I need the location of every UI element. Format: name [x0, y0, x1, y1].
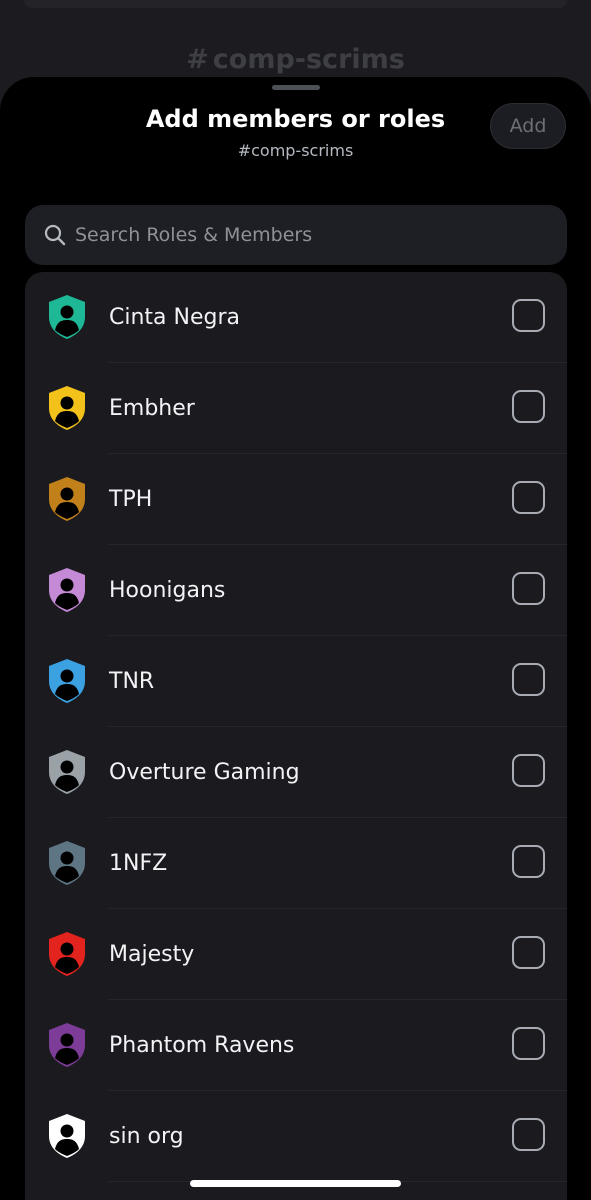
role-shield-icon	[49, 295, 85, 339]
role-shield-icon	[49, 1023, 85, 1067]
role-row[interactable]: TNR	[25, 636, 567, 727]
sheet-grabber-handle[interactable]	[272, 85, 320, 90]
role-shield-icon	[49, 477, 85, 521]
role-shield-icon	[49, 568, 85, 612]
role-row[interactable]: 1NFZ	[25, 818, 567, 909]
role-row[interactable]: Cinta Negra	[25, 272, 567, 363]
role-shield-icon	[49, 932, 85, 976]
role-checkbox[interactable]	[512, 936, 545, 969]
role-name: Phantom Ravens	[109, 1033, 295, 1058]
role-checkbox[interactable]	[512, 299, 545, 332]
role-list: Cinta Negra Embher TPH Hoonigans TNR Overture…	[25, 272, 567, 1200]
role-name: Hoonigans	[109, 578, 226, 603]
role-checkbox[interactable]	[512, 1027, 545, 1060]
role-row[interactable]: Majesty	[25, 909, 567, 1000]
home-indicator[interactable]	[190, 1180, 401, 1187]
role-row[interactable]: sin org	[25, 1091, 567, 1182]
role-checkbox[interactable]	[512, 663, 545, 696]
add-members-sheet: Add members or roles #comp-scrims Add Se…	[0, 77, 591, 1200]
role-name: TPH	[109, 487, 153, 512]
channel-hash-icon: #	[186, 44, 209, 75]
role-shield-icon	[49, 386, 85, 430]
role-shield-icon	[49, 659, 85, 703]
search-input[interactable]: Search Roles & Members	[25, 205, 567, 265]
background-top-bar	[24, 0, 567, 8]
background-channel-name: comp-scrims	[212, 44, 405, 75]
role-name: Embher	[109, 396, 195, 421]
role-checkbox[interactable]	[512, 390, 545, 423]
background-channel-title: # comp-scrims	[0, 44, 591, 75]
role-row[interactable]: Embher	[25, 363, 567, 454]
role-shield-icon	[49, 750, 85, 794]
role-name: sin org	[109, 1124, 184, 1149]
role-row[interactable]: Overture Gaming	[25, 727, 567, 818]
role-row[interactable]: TPH	[25, 454, 567, 545]
role-shield-icon	[49, 841, 85, 885]
role-name: Overture Gaming	[109, 760, 300, 785]
role-shield-icon	[49, 1114, 85, 1158]
role-checkbox[interactable]	[512, 572, 545, 605]
role-name: Cinta Negra	[109, 305, 241, 330]
search-icon	[44, 224, 66, 246]
add-button[interactable]: Add	[490, 103, 566, 149]
role-row[interactable]: Phantom Ravens	[25, 1000, 567, 1091]
role-name: Majesty	[109, 942, 195, 967]
role-row[interactable]: Hoonigans	[25, 545, 567, 636]
role-checkbox[interactable]	[512, 481, 545, 514]
role-name: TNR	[109, 669, 155, 694]
role-checkbox[interactable]	[512, 845, 545, 878]
role-checkbox[interactable]	[512, 754, 545, 787]
role-checkbox[interactable]	[512, 1118, 545, 1151]
role-name: 1NFZ	[109, 851, 168, 876]
search-placeholder: Search Roles & Members	[75, 224, 313, 246]
